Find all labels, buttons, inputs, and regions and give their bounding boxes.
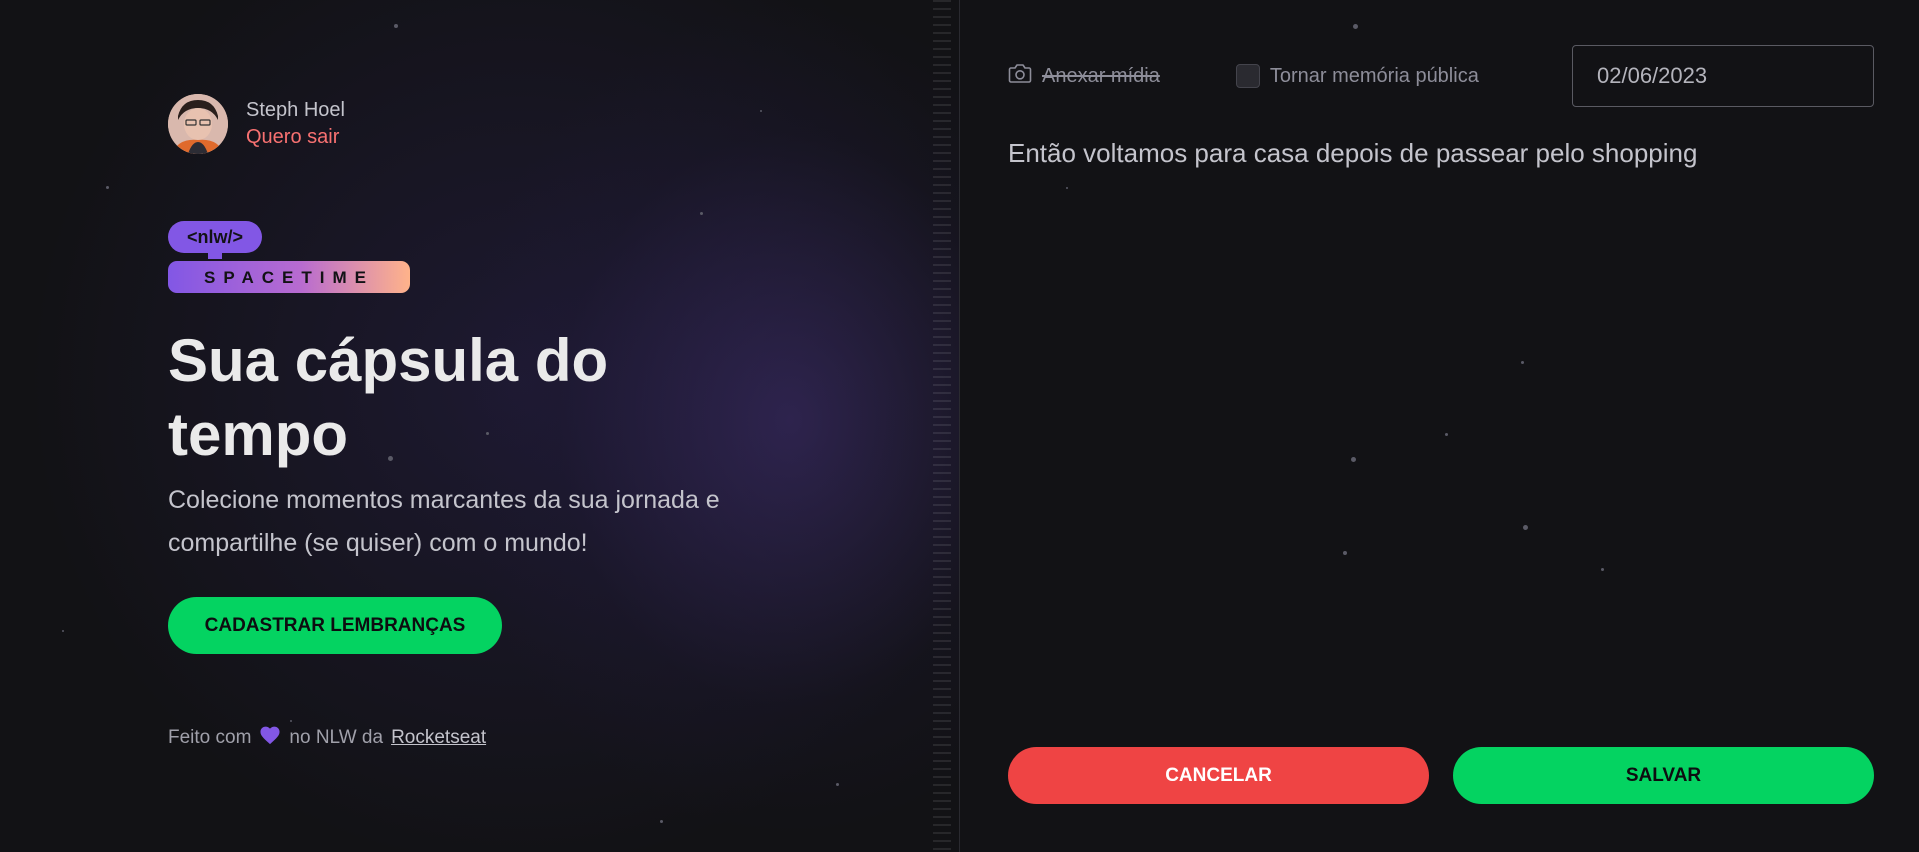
public-checkbox[interactable]	[1235, 64, 1260, 88]
user-text: Steph Hoel Quero sair	[246, 99, 345, 149]
page-subtitle: Colecione momentos marcantes da sua jorn…	[168, 486, 720, 557]
memory-content-textarea[interactable]: Então voltamos para casa depois de passe…	[1008, 137, 1874, 697]
svg-text:<nlw/>: <nlw/>	[187, 227, 243, 247]
logo-graphic: <nlw/> SPACETIME	[168, 221, 410, 293]
user-name: Steph Hoel	[246, 99, 345, 121]
footer: Feito com no NLW da Rocketseat	[168, 725, 486, 751]
date-input[interactable]: 02/06/2023	[1572, 45, 1874, 107]
page-title: Sua cápsula do tempo	[168, 327, 609, 468]
avatar[interactable]	[168, 94, 228, 154]
star-decoration	[660, 820, 663, 823]
svg-text:SPACETIME: SPACETIME	[204, 268, 374, 287]
footer-prefix: Feito com	[168, 727, 252, 748]
memory-form: Anexar mídia Tornar memória pública 02/0…	[960, 0, 1919, 852]
star-decoration	[700, 212, 703, 215]
form-actions: CANCELAR SALVAR	[1008, 747, 1874, 804]
rocketseat-link[interactable]: Rocketseat	[391, 727, 486, 749]
public-memory-toggle[interactable]: Tornar memória pública	[1235, 64, 1479, 88]
avatar-image	[168, 94, 228, 154]
star-decoration	[106, 186, 109, 189]
star-decoration	[1353, 24, 1358, 29]
star-decoration	[760, 110, 762, 112]
heart-icon	[259, 725, 281, 751]
register-memories-button[interactable]: CADASTRAR LEMBRANÇAS	[168, 597, 502, 654]
cancel-button[interactable]: CANCELAR	[1008, 747, 1429, 804]
footer-middle: no NLW da	[289, 727, 384, 748]
public-memory-label: Tornar memória pública	[1269, 64, 1479, 87]
star-decoration	[394, 24, 398, 28]
star-decoration	[62, 630, 64, 632]
attach-media-label: Anexar mídia	[1042, 64, 1160, 87]
save-button[interactable]: SALVAR	[1453, 747, 1874, 804]
app-root: Steph Hoel Quero sair <nlw/> SPACETIME S…	[0, 0, 1919, 852]
left-panel: Steph Hoel Quero sair <nlw/> SPACETIME S…	[0, 0, 960, 852]
star-decoration	[836, 783, 839, 786]
attach-media-button[interactable]: Anexar mídia	[1008, 62, 1160, 90]
camera-icon	[1008, 62, 1032, 90]
form-toolbar: Anexar mídia Tornar memória pública 02/0…	[1008, 44, 1874, 108]
logout-link[interactable]: Quero sair	[246, 126, 345, 149]
star-decoration	[290, 720, 292, 722]
nlw-spacetime-logo: <nlw/> SPACETIME	[168, 221, 410, 300]
stripes-decoration	[933, 0, 951, 852]
user-profile: Steph Hoel Quero sair	[168, 94, 345, 154]
